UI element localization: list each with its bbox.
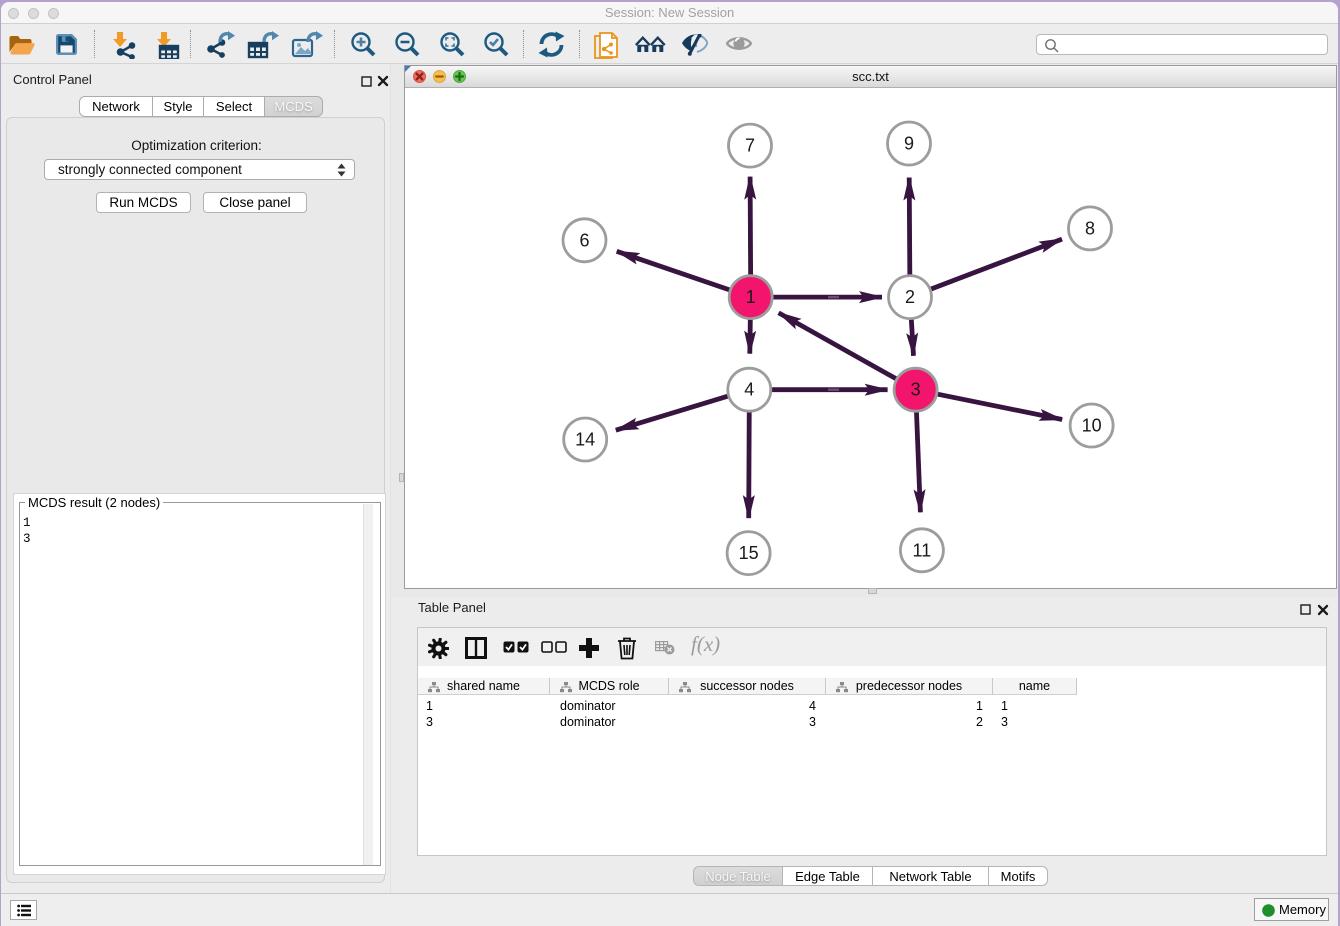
svg-text:1: 1 (746, 287, 756, 307)
svg-text:2: 2 (905, 287, 915, 307)
svg-text:8: 8 (1085, 218, 1095, 238)
svg-text:3: 3 (911, 380, 921, 400)
svg-text:10: 10 (1082, 416, 1102, 436)
svg-text:11: 11 (913, 540, 932, 560)
svg-text:6: 6 (579, 230, 589, 250)
svg-text:7: 7 (745, 136, 755, 156)
svg-text:14: 14 (575, 430, 595, 450)
svg-text:15: 15 (739, 543, 759, 563)
svg-text:4: 4 (744, 380, 754, 400)
svg-text:9: 9 (904, 134, 914, 154)
